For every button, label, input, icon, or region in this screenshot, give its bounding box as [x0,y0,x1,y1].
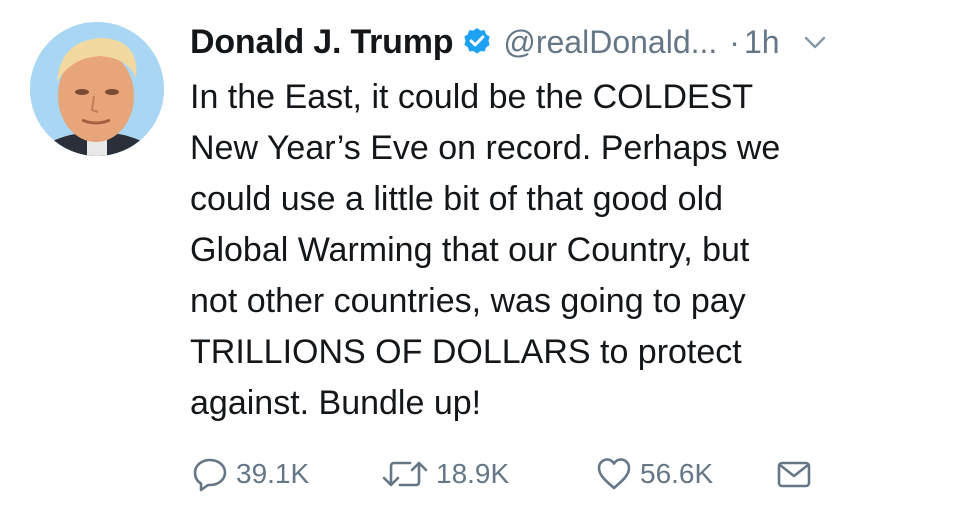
tweet-header: Donald J. Trump @realDonald... · 1h [190,18,950,66]
envelope-icon [774,454,814,494]
separator-dot: · [729,23,740,60]
tweet-text-line: In the East, it could be the COLDEST [190,78,754,116]
tweet-text-line: New Year’s Eve on record. Perhaps we [190,129,781,167]
like-count: 56.6K [640,458,714,489]
retweet-button[interactable]: 18.9K [380,454,594,494]
retweet-icon [380,454,430,494]
author-handle[interactable]: @realDonald... [503,24,717,61]
reply-count: 39.1K [236,458,310,489]
tweet-timestamp[interactable]: 1h [744,24,780,61]
heart-icon [594,454,634,494]
tweet-text-line: Global Warming that our Country, but [190,231,750,269]
tweet-text-line: not other countries, was going to pay [190,282,746,320]
tweet-text-line: TRILLIONS OF DOLLARS to protect [190,333,742,371]
chevron-down-icon[interactable] [802,29,828,55]
tweet-text-line: could use a little bit of that good old [190,180,724,218]
tweet[interactable]: Donald J. Trump @realDonald... · 1h In t… [0,0,980,526]
direct-message-button[interactable] [774,454,814,494]
like-button[interactable]: 56.6K [594,454,774,494]
tweet-text: In the East, it could be the COLDEST New… [190,72,930,429]
tweet-text-line: against. Bundle up! [190,384,482,422]
author-display-name[interactable]: Donald J. Trump [190,23,454,62]
tweet-actions: 39.1K 18.9K 56.6K [190,452,814,496]
retweet-count: 18.9K [436,458,510,489]
avatar[interactable] [30,22,164,156]
reply-button[interactable]: 39.1K [190,454,380,494]
verified-badge-icon [461,26,493,58]
tweet-content: Donald J. Trump @realDonald... · 1h In t… [190,18,950,429]
reply-icon [190,454,230,494]
